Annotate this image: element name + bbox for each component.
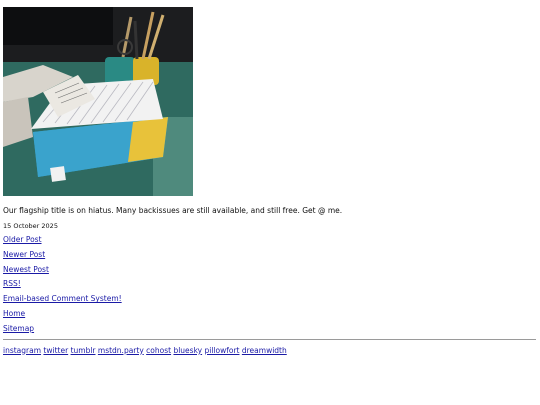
post-caption: Our flagship title is on hiatus. Many ba…	[3, 206, 343, 215]
post-photo	[3, 7, 193, 196]
bluesky-link[interactable]: bluesky	[173, 346, 202, 355]
twitter-link[interactable]: twitter	[43, 346, 68, 355]
dreamwidth-link[interactable]: dreamwidth	[242, 346, 287, 355]
tumblr-link[interactable]: tumblr	[71, 346, 96, 355]
divider	[3, 338, 536, 340]
sitemap-link[interactable]: Sitemap	[3, 324, 537, 333]
home-link[interactable]: Home	[3, 309, 537, 318]
cohost-link[interactable]: cohost	[146, 346, 171, 355]
mastodon-link[interactable]: mstdn.party	[98, 346, 144, 355]
rss-link[interactable]: RSS!	[3, 279, 537, 288]
post-navigation: Older Post Newer Post Newest Post RSS! E…	[3, 235, 537, 333]
social-links: instagram twitter tumblr mstdn.party coh…	[3, 346, 537, 356]
older-post-link[interactable]: Older Post	[3, 235, 537, 244]
photo-illustration	[3, 7, 193, 196]
newest-post-link[interactable]: Newest Post	[3, 265, 537, 274]
post-date: 15 October 2025	[3, 222, 58, 230]
page: Our flagship title is on hiatus. Many ba…	[0, 0, 540, 356]
newer-post-link[interactable]: Newer Post	[3, 250, 537, 259]
instagram-link[interactable]: instagram	[3, 346, 41, 355]
comment-system-link[interactable]: Email-based Comment System!	[3, 294, 537, 303]
pillowfort-link[interactable]: pillowfort	[204, 346, 239, 355]
